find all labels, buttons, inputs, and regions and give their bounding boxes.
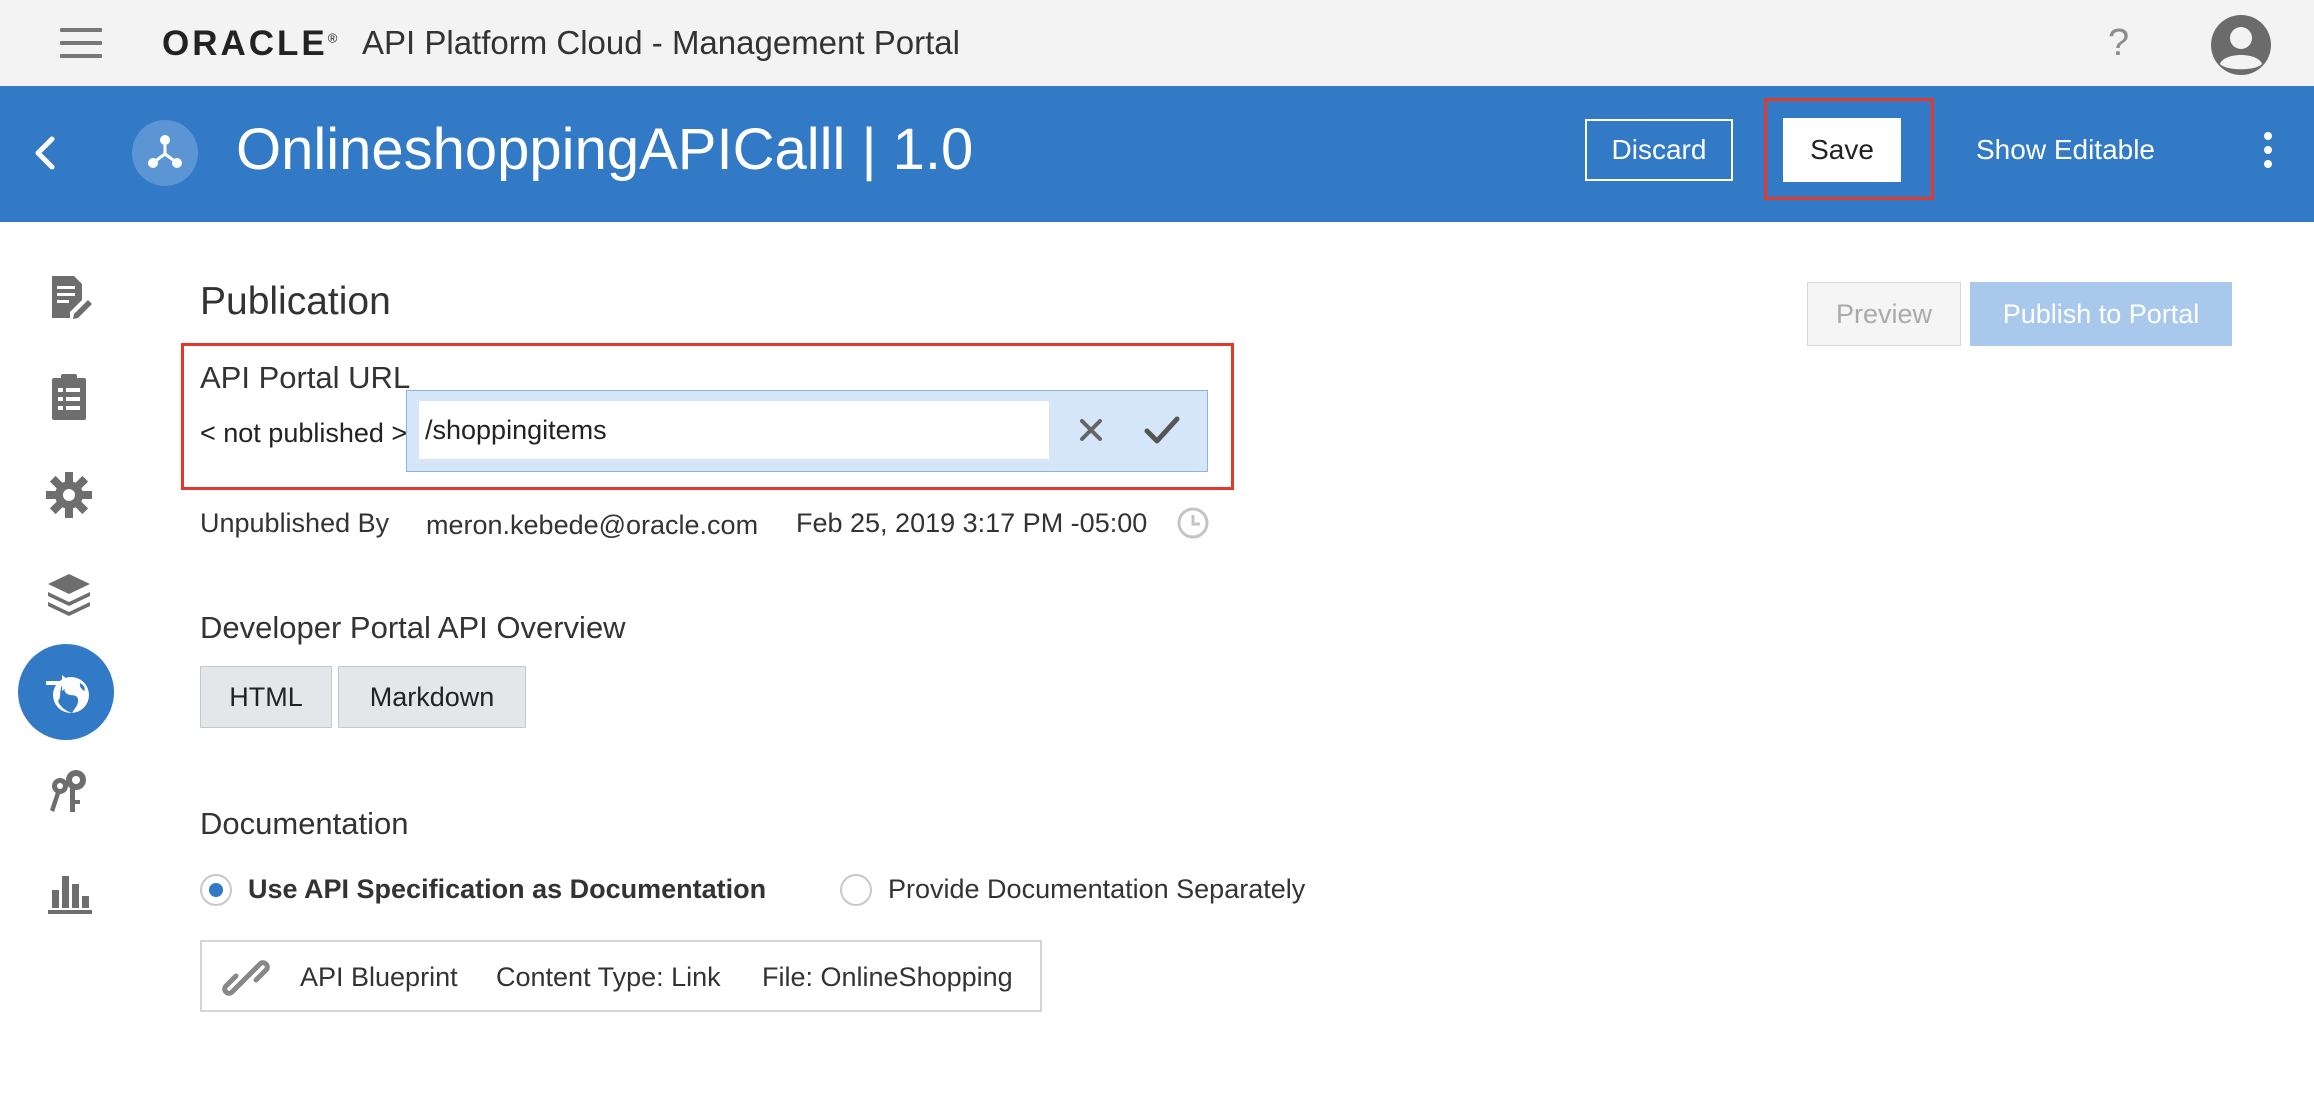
sidebar-item-publication[interactable] [38, 661, 100, 723]
help-icon[interactable]: ? [2108, 22, 2129, 65]
cancel-edit-icon[interactable] [1071, 407, 1111, 453]
top-bar: ORACLE® API Platform Cloud - Management … [0, 0, 2314, 87]
sidebar-item-settings[interactable] [38, 464, 100, 526]
back-chevron-icon[interactable] [26, 131, 66, 175]
url-edit-panel [406, 390, 1208, 472]
api-header: OnlineshoppingAPICalll | 1.0 Discard Sav… [0, 86, 2314, 222]
portal-url-input[interactable] [419, 401, 1049, 459]
radio-provide-separately[interactable] [840, 874, 872, 906]
keys-icon [50, 770, 86, 812]
documentation-label: Documentation [200, 806, 409, 841]
show-editable-link[interactable]: Show Editable [1976, 134, 2155, 166]
api-node-icon [132, 120, 198, 186]
url-prefix: < not published > [200, 418, 408, 448]
radio-provide-separately-label[interactable]: Provide Documentation Separately [888, 874, 1305, 905]
publish-to-portal-button[interactable]: Publish to Portal [1970, 282, 2232, 346]
radio-use-api-spec[interactable] [200, 874, 232, 906]
html-overview-button[interactable]: HTML [200, 666, 332, 728]
clipboard-icon [52, 374, 86, 420]
sidebar-item-grants[interactable] [38, 760, 100, 822]
sidebar-item-deployments[interactable] [38, 562, 100, 624]
unpublished-date: Feb 25, 2019 3:17 PM -05:00 [796, 508, 1148, 538]
discard-button[interactable]: Discard [1585, 119, 1733, 181]
edit-document-icon [52, 276, 92, 319]
markdown-overview-button[interactable]: Markdown [338, 666, 526, 728]
sidebar-item-api-implementation[interactable] [38, 266, 100, 328]
clock-icon [1176, 506, 1210, 540]
user-avatar-icon[interactable] [2208, 14, 2274, 76]
app-title: API Platform Cloud - Management Portal [362, 24, 960, 61]
hamburger-menu-icon[interactable] [60, 28, 102, 58]
sidebar-item-api-definition[interactable] [38, 366, 100, 428]
unpublished-by-user: meron.kebede@oracle.com [426, 510, 759, 540]
more-options-icon[interactable] [2262, 128, 2274, 172]
sidebar-item-analytics[interactable] [38, 860, 100, 922]
developer-portal-overview-label: Developer Portal API Overview [200, 610, 626, 645]
preview-button[interactable]: Preview [1807, 282, 1961, 346]
layers-icon [48, 574, 90, 616]
bar-chart-icon [48, 876, 92, 914]
confirm-edit-icon[interactable] [1139, 407, 1185, 453]
api-portal-url-label: API Portal URL [200, 360, 411, 395]
save-button[interactable]: Save [1783, 118, 1901, 182]
oracle-logo: ORACLE® [162, 24, 338, 63]
globe-publish-icon [46, 675, 89, 713]
blueprint-name: API Blueprint [300, 962, 458, 992]
blueprint-content-type: Content Type: Link [496, 962, 721, 992]
radio-use-api-spec-label[interactable]: Use API Specification as Documentation [248, 874, 766, 905]
page-title: Publication [200, 280, 391, 323]
unpublished-by-label: Unpublished By [200, 508, 390, 538]
documentation-source-box: API Blueprint Content Type: Link File: O… [200, 940, 1042, 1012]
blueprint-file[interactable]: File: OnlineShopping [762, 962, 1013, 993]
api-title: OnlineshoppingAPICalll | 1.0 [236, 117, 974, 182]
link-chain-icon [220, 952, 272, 1004]
gear-icon [46, 472, 92, 518]
